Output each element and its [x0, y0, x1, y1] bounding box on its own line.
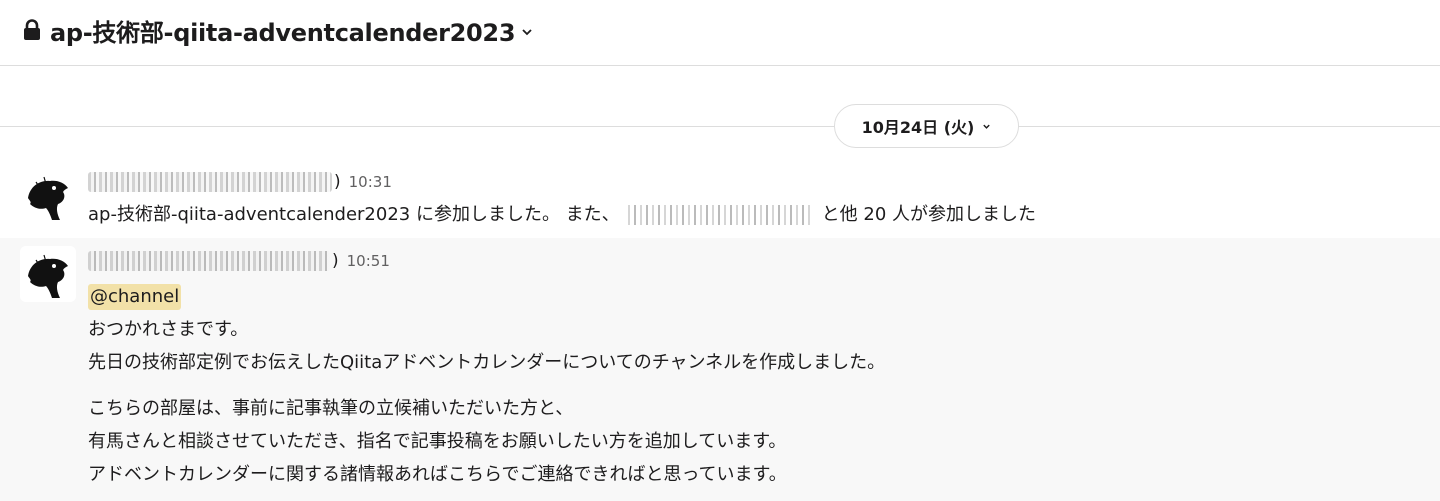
- channel-mention[interactable]: @channel: [88, 284, 182, 310]
- message-line: おつかれさまです。: [88, 319, 249, 340]
- message-header: ) 10:31: [88, 170, 392, 194]
- date-divider: 10月24日 (火): [0, 104, 1440, 150]
- divider-line: [0, 126, 1440, 127]
- message-line: 有馬さんと相談させていただき、指名で記事投稿をお願いしたい方を追加しています。: [88, 431, 787, 452]
- avatar[interactable]: [20, 168, 76, 224]
- message-line: アドベントカレンダーに関する諸情報あればこちらでご連絡できればと思っています。: [88, 464, 787, 485]
- date-label: 10月24日 (火): [861, 118, 975, 137]
- chevron-down-icon: [522, 29, 532, 36]
- message-row[interactable]: ) 10:31 ap-技術部-qiita-adventcalender2023 …: [0, 160, 1440, 238]
- message-timestamp[interactable]: 10:51: [347, 252, 390, 270]
- sender-name[interactable]: [88, 251, 330, 271]
- join-notice-prefix: ap-技術部-qiita-adventcalender2023 に参加しました。…: [88, 204, 620, 225]
- avatar[interactable]: [20, 246, 76, 302]
- joined-members-list[interactable]: [627, 204, 814, 225]
- join-notice: ap-技術部-qiita-adventcalender2023 に参加しました。…: [88, 198, 1036, 231]
- message-timestamp[interactable]: 10:31: [349, 173, 392, 191]
- sender-name[interactable]: [88, 172, 332, 192]
- message-row[interactable]: ) 10:51 @channel おつかれさまです。 先日の技術部定例でお伝えし…: [0, 238, 1440, 501]
- channel-header: ap-技術部-qiita-adventcalender2023: [0, 0, 1440, 66]
- channel-name: ap-技術部-qiita-adventcalender2023: [50, 18, 516, 47]
- message-header: ) 10:51: [88, 249, 390, 273]
- chevron-down-icon: [983, 124, 991, 129]
- message-line: 先日の技術部定例でお伝えしたQiitaアドベントカレンダーについてのチャンネルを…: [88, 352, 886, 373]
- lock-icon: [24, 19, 40, 40]
- message-line: こちらの部屋は、事前に記事執筆の立候補いただいた方と、: [88, 398, 574, 419]
- message-body: @channel おつかれさまです。 先日の技術部定例でお伝えしたQiitaアド…: [88, 280, 885, 491]
- mention-line: @channel: [88, 280, 885, 313]
- channel-title-button[interactable]: ap-技術部-qiita-adventcalender2023: [22, 13, 533, 47]
- sender-name-suffix: ): [334, 172, 341, 192]
- date-jump-button[interactable]: 10月24日 (火): [834, 104, 1019, 148]
- join-notice-suffix: と他 20 人が参加しました: [821, 204, 1037, 225]
- sender-name-suffix: ): [332, 251, 339, 271]
